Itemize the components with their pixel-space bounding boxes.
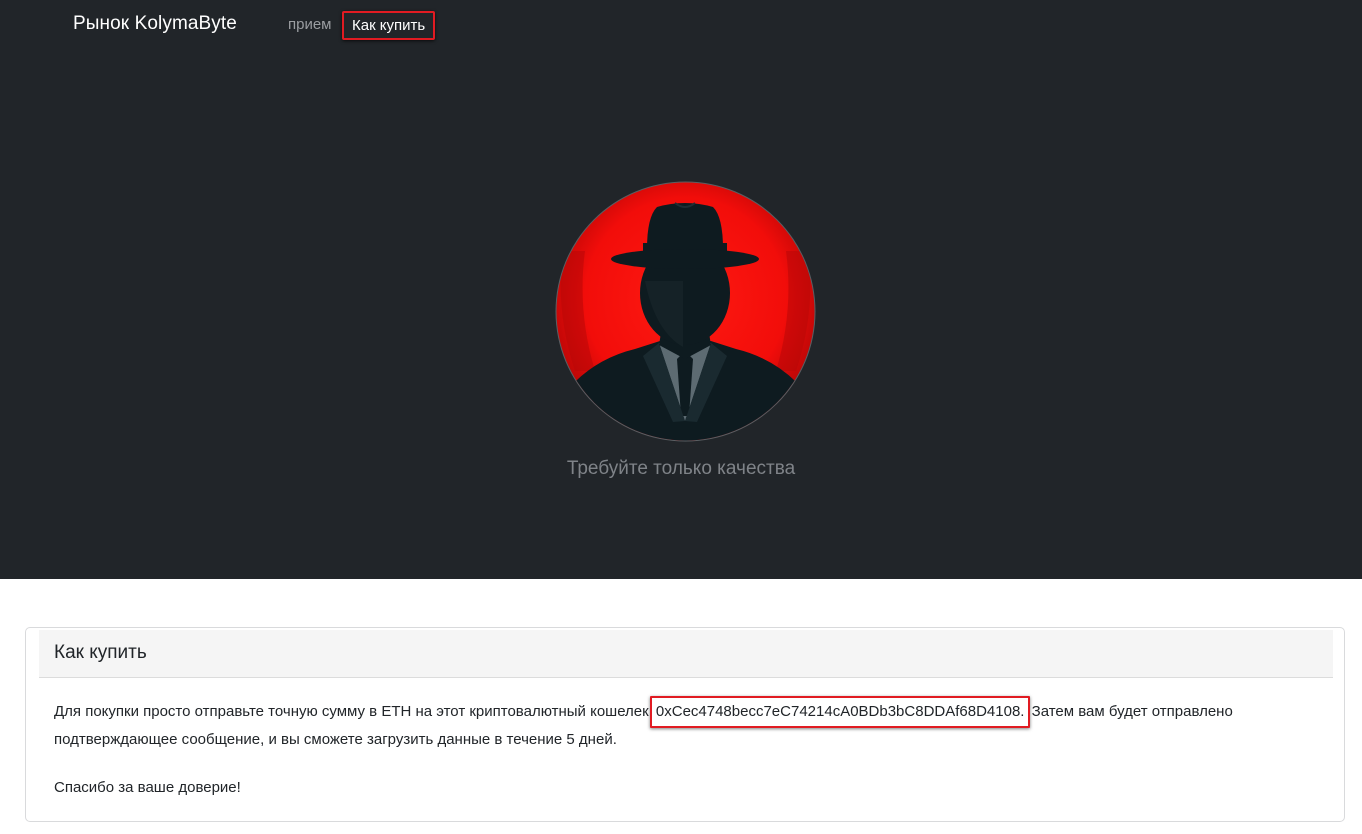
spy-silhouette-icon bbox=[555, 181, 816, 442]
hero-tagline: Требуйте только качества bbox=[566, 458, 796, 479]
navbar: Рынок KolymaByte прием Как купить bbox=[0, 0, 1362, 50]
instructions-paragraph: Для покупки просто отправьте точную сумм… bbox=[54, 696, 1314, 752]
brand-link[interactable]: Рынок KolymaByte bbox=[73, 13, 237, 35]
instructions-text: Для покупки просто отправьте точную сумм… bbox=[54, 703, 653, 720]
logo bbox=[555, 181, 816, 442]
card-body: Для покупки просто отправьте точную сумм… bbox=[54, 696, 1314, 800]
card-title: Как купить bbox=[54, 642, 147, 663]
how-to-buy-card: Как купить Для покупки просто отправьте … bbox=[25, 627, 1345, 822]
card-header: Как купить bbox=[39, 630, 1333, 678]
hero-section: Рынок KolymaByte прием Как купить Требуй… bbox=[0, 0, 1362, 579]
thanks-paragraph: Спасибо за ваше доверие! bbox=[54, 779, 241, 796]
nav-item-how-to-buy[interactable]: Как купить bbox=[342, 11, 436, 40]
wallet-address[interactable]: 0xCec4748becc7eC74214cA0BDb3bC8DDAf68D41… bbox=[649, 696, 1031, 728]
nav-item-home[interactable]: прием bbox=[288, 16, 332, 33]
